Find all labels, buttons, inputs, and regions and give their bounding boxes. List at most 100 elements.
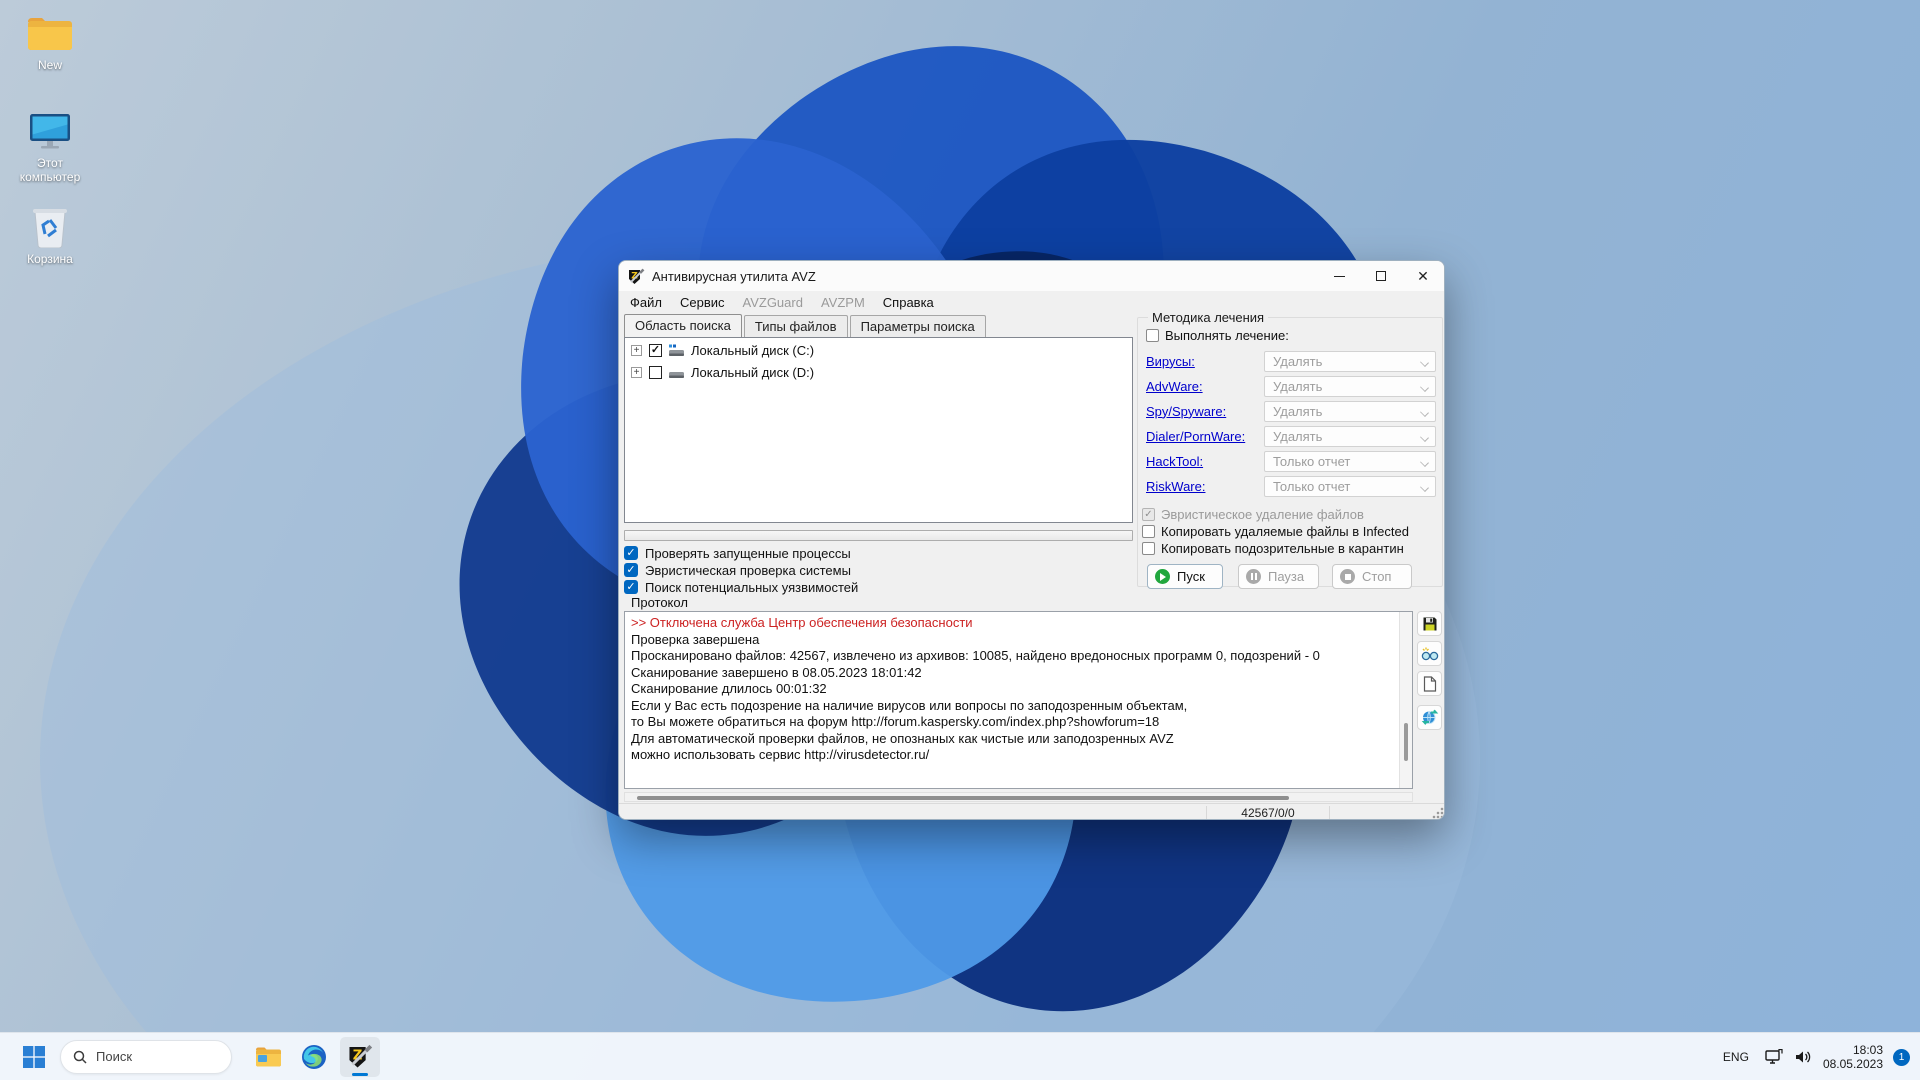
explorer-folder-icon — [255, 1047, 281, 1066]
copy-quarantine-checkbox[interactable] — [1142, 541, 1155, 555]
windows-start-icon — [23, 1045, 45, 1068]
folder-icon — [28, 18, 72, 50]
desktop-icon-recycle-bin[interactable]: Корзина — [7, 206, 93, 266]
log-line: Если у Вас есть подозрение на наличие ви… — [631, 697, 1188, 713]
action-dropdown: Удалять — [1264, 375, 1436, 397]
start-button[interactable]: Пуск — [1147, 564, 1223, 589]
avz-taskbar-button[interactable]: Z — [340, 1036, 380, 1077]
computer-icon — [30, 114, 70, 149]
taskbar-search[interactable]: Поиск — [60, 1039, 232, 1074]
menu-file[interactable]: Файл — [621, 293, 671, 312]
tree-row-drive-d[interactable]: + Локальный диск (D:) — [631, 363, 1132, 382]
tree-row-drive-c[interactable]: + ✓ Локальный диск (C:) — [631, 341, 1132, 360]
protocol-log[interactable]: >> Отключена служба Центр обеспечения бе… — [624, 611, 1413, 789]
expand-plus-icon[interactable]: + — [631, 367, 642, 378]
category-link[interactable]: RiskWare: — [1146, 479, 1205, 494]
language-indicator[interactable]: ENG — [1717, 1046, 1755, 1068]
scan-progress-bar — [624, 530, 1133, 541]
scan-options: ✓ Проверять запущенные процессы ✓ Эврист… — [624, 545, 1133, 596]
expand-plus-icon[interactable]: + — [631, 345, 642, 356]
protocol-toolbar — [1417, 611, 1443, 735]
category-link[interactable]: HackTool: — [1146, 454, 1203, 469]
menu-service[interactable]: Сервис — [671, 293, 734, 312]
scan-option-row[interactable]: ✓ Эвристическая проверка системы — [624, 562, 1133, 578]
title-bar[interactable]: Z Антивирусная утилита AVZ ✕ — [619, 261, 1444, 291]
pause-button: Пауза — [1238, 564, 1319, 589]
category-link[interactable]: Dialer/PornWare: — [1146, 429, 1245, 444]
save-log-button[interactable] — [1417, 611, 1442, 636]
action-buttons: Пуск Пауза Стоп — [1147, 564, 1443, 589]
stop-icon — [1340, 569, 1355, 584]
web-service-button[interactable] — [1417, 705, 1442, 730]
drive-label[interactable]: Локальный диск (D:) — [691, 365, 814, 380]
treatment-option-row: ✓ Эвристическое удаление файлов — [1142, 506, 1440, 522]
edge-button[interactable] — [294, 1037, 334, 1077]
file-explorer-button[interactable] — [248, 1037, 288, 1077]
scrollbar-thumb[interactable] — [1404, 722, 1408, 761]
disk-icon — [669, 371, 684, 378]
desktop-icon-label: New — [37, 58, 62, 72]
action-dropdown: Удалять — [1264, 350, 1436, 372]
perform-treatment-checkbox[interactable] — [1146, 329, 1159, 342]
tab-file-types[interactable]: Типы файлов — [743, 315, 848, 337]
globe-icon — [1421, 709, 1438, 725]
action-dropdown: Только отчет — [1264, 450, 1436, 472]
scrollbar-thumb[interactable] — [637, 795, 1289, 800]
chevron-down-icon — [1420, 457, 1429, 467]
avz-app-icon: Z — [629, 268, 645, 284]
close-button[interactable]: ✕ — [1402, 261, 1444, 291]
volume-icon[interactable] — [1795, 1049, 1813, 1065]
checked-checkbox[interactable]: ✓ — [624, 563, 638, 577]
minimize-icon — [1333, 275, 1345, 277]
scan-option-row[interactable]: ✓ Поиск потенциальных уязвимостей — [624, 579, 1133, 595]
view-log-button[interactable] — [1417, 641, 1442, 666]
category-link[interactable]: Spy/Spyware: — [1146, 404, 1226, 419]
resize-grip[interactable] — [1432, 807, 1444, 819]
menu-help[interactable]: Справка — [874, 293, 943, 312]
play-icon — [1155, 569, 1170, 584]
menu-avzpm: AVZPM — [820, 294, 865, 310]
close-icon: ✕ — [1417, 267, 1429, 284]
desktop-icon-new-folder[interactable]: New — [7, 14, 93, 72]
tray-date: 08.05.2023 — [1822, 1057, 1883, 1071]
document-icon — [1423, 675, 1436, 692]
minimize-button[interactable] — [1318, 261, 1360, 291]
edge-icon — [302, 1044, 326, 1069]
network-icon[interactable] — [1765, 1049, 1785, 1065]
treatment-row-viruses: Вирусы: Удалять — [1146, 350, 1436, 372]
desktop-icon-this-pc[interactable]: Этот компьютер — [7, 112, 93, 184]
drive-c-checkbox[interactable]: ✓ — [649, 344, 662, 357]
maximize-icon — [1376, 271, 1386, 281]
drive-label[interactable]: Локальный диск (C:) — [691, 343, 814, 358]
notification-badge[interactable]: 1 — [1893, 1048, 1910, 1066]
clear-log-button[interactable] — [1417, 671, 1442, 696]
taskbar: Поиск Z ENG 18:03 08.05.2023 1 — [0, 1032, 1920, 1080]
treatment-option-row[interactable]: Копировать удаляемые файлы в Infected — [1142, 523, 1440, 539]
log-vertical-scrollbar[interactable] — [1399, 612, 1412, 788]
category-link[interactable]: AdvWare: — [1146, 379, 1203, 394]
stop-button: Стоп — [1332, 564, 1412, 589]
taskbar-clock[interactable]: 18:03 08.05.2023 — [1823, 1043, 1883, 1071]
log-line: Просканировано файлов: 42567, извлечено … — [631, 648, 1320, 663]
scan-option-label: Эвристическая проверка системы — [645, 562, 851, 578]
treatment-option-row[interactable]: Копировать подозрительные в карантин — [1142, 540, 1440, 556]
drive-d-checkbox[interactable] — [649, 366, 662, 379]
log-line: Сканирование завершено в 08.05.2023 18:0… — [631, 664, 922, 680]
scan-option-label: Поиск потенциальных уязвимостей — [645, 579, 859, 595]
checked-checkbox[interactable]: ✓ — [624, 580, 638, 594]
perform-treatment-label: Выполнять лечение: — [1165, 328, 1289, 343]
start-button-taskbar[interactable] — [14, 1037, 54, 1077]
tab-search-params[interactable]: Параметры поиска — [849, 315, 986, 337]
action-dropdown: Удалять — [1264, 425, 1436, 447]
maximize-button[interactable] — [1360, 261, 1402, 291]
window-title: Антивирусная утилита AVZ — [652, 268, 816, 284]
perform-treatment-row[interactable]: Выполнять лечение: — [1146, 328, 1289, 343]
desktop-icon-label: Этот компьютер — [19, 156, 81, 184]
copy-infected-checkbox[interactable] — [1142, 524, 1155, 538]
category-link[interactable]: Вирусы: — [1146, 354, 1195, 369]
tab-search-area[interactable]: Область поиска — [624, 314, 742, 338]
log-horizontal-scrollbar[interactable] — [624, 792, 1413, 802]
scan-option-row[interactable]: ✓ Проверять запущенные процессы — [624, 545, 1133, 561]
checked-checkbox[interactable]: ✓ — [624, 546, 638, 560]
treatment-option-label: Эвристическое удаление файлов — [1161, 506, 1364, 522]
